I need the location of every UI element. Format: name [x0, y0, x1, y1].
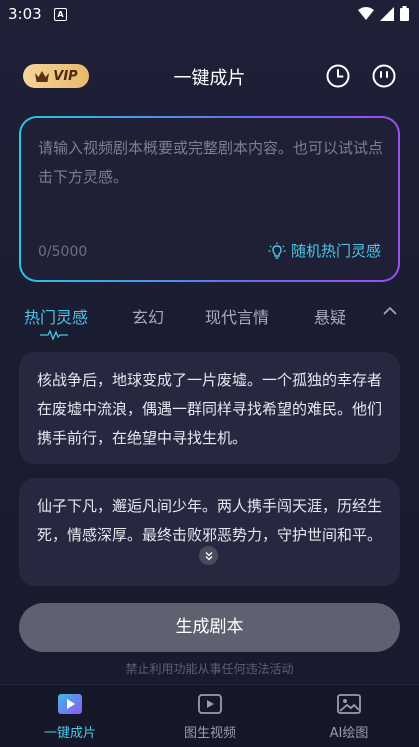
- tab-romance[interactable]: 现代言情: [205, 304, 269, 328]
- char-count: 0/5000: [38, 244, 88, 260]
- clock-icon: [326, 64, 350, 88]
- video-play-icon: [58, 694, 82, 714]
- generate-script-button[interactable]: 生成剧本: [19, 603, 400, 652]
- random-inspiration-label: 随机热门灵感: [290, 242, 381, 260]
- nav-one-click[interactable]: 一键成片: [0, 685, 140, 747]
- picture-icon: [337, 694, 361, 714]
- legal-notice: 禁止利用功能从事任何违法活动: [125, 662, 294, 676]
- active-tab-indicator: [40, 330, 68, 340]
- script-input-box[interactable]: 请输入视频剧本概要或完整剧本内容。也可以试试点击下方灵感。 0/5000 随机热…: [19, 116, 400, 282]
- history-button[interactable]: [325, 63, 351, 89]
- tab-hot[interactable]: 热门灵感: [24, 304, 88, 328]
- notification-a-icon: A: [54, 8, 67, 21]
- inspiration-card[interactable]: 仙子下凡，邂逅凡间少年。两人携手闯天涯，历经生死，情感深厚。最终击败邪恶势力，守…: [19, 478, 400, 586]
- inspiration-text: 核战争后，地球变成了一片废墟。一个孤独的幸存者在废墟中流浪，偶遇一群同样寻找希望…: [37, 371, 383, 447]
- inspiration-text: 仙子下凡，邂逅凡间少年。两人携手闯天涯，历经生死，情感深厚。最终击败邪恶势力，守…: [37, 497, 383, 544]
- battery-icon: [400, 6, 409, 21]
- tab-fantasy[interactable]: 玄幻: [132, 304, 164, 328]
- script-input-placeholder[interactable]: 请输入视频剧本概要或完整剧本内容。也可以试试点击下方灵感。: [38, 134, 384, 192]
- nav-image-to-video[interactable]: 图生视频: [140, 685, 280, 747]
- bottom-nav: 一键成片 图生视频 AI绘图: [0, 684, 419, 747]
- profile-button[interactable]: [371, 63, 397, 89]
- expand-button[interactable]: [199, 546, 218, 565]
- lightbulb-icon: [268, 242, 286, 259]
- status-time: 3:03: [8, 5, 42, 23]
- nav-ai-drawing[interactable]: AI绘图: [279, 685, 419, 747]
- nav-label: AI绘图: [329, 726, 369, 741]
- double-chevron-down-icon: [205, 551, 212, 560]
- face-icon: [372, 64, 396, 88]
- nav-label: 图生视频: [183, 726, 236, 741]
- inspiration-card[interactable]: 核战争后，地球变成了一片废墟。一个孤独的幸存者在废墟中流浪，偶遇一群同样寻找希望…: [19, 352, 400, 464]
- image-video-icon: [198, 694, 222, 714]
- tab-suspense[interactable]: 悬疑: [314, 304, 346, 328]
- status-bar: 3:03 A: [0, 0, 419, 30]
- page-title: 一键成片: [173, 68, 246, 89]
- random-inspiration-button[interactable]: 随机热门灵感: [268, 240, 381, 261]
- wifi-icon: [358, 6, 374, 20]
- signal-icon: [380, 6, 394, 21]
- chevron-up-icon[interactable]: [383, 306, 397, 316]
- nav-label: 一键成片: [43, 726, 96, 741]
